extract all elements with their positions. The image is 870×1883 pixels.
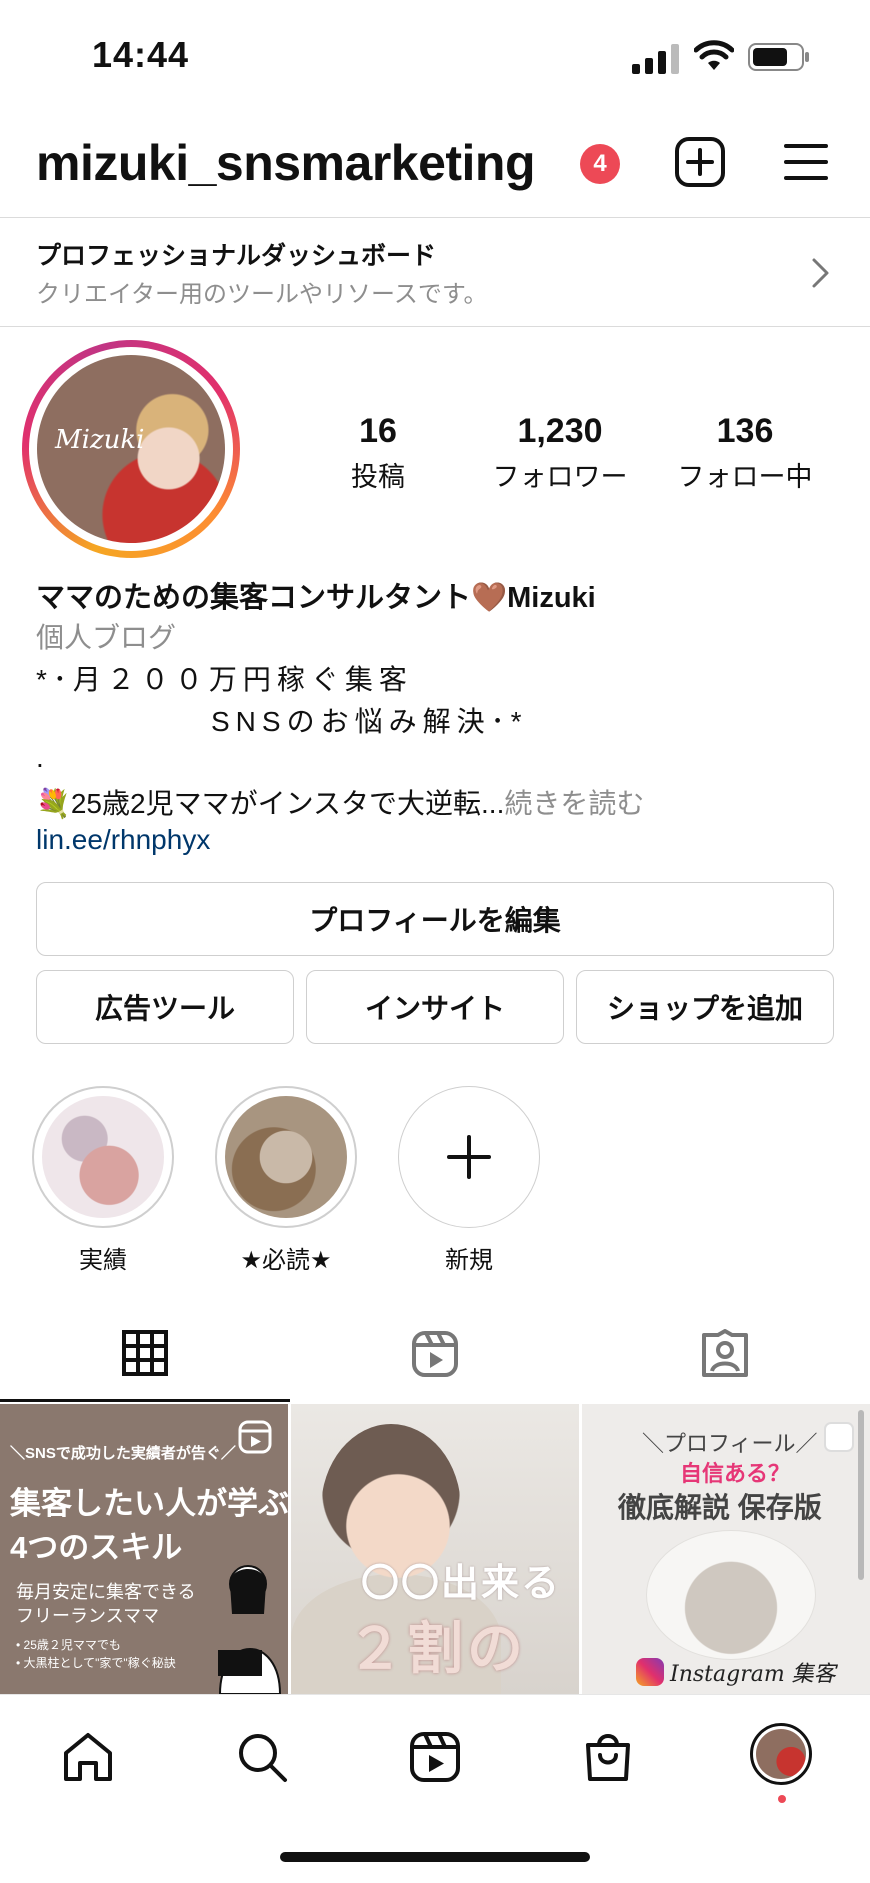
avatar [756, 1729, 806, 1779]
bio-line: 💐25歳2児ママがインスタで大逆転... [36, 788, 505, 819]
tagged-person-icon [702, 1329, 748, 1377]
post-thumbnail[interactable]: ＼プロフィール／ 自信ある？ 徹底解説 保存版 Instagram 集客 [582, 1404, 870, 1694]
tab-posts-grid[interactable] [0, 1306, 290, 1402]
home-indicator[interactable] [280, 1852, 590, 1862]
status-bar: 14:44 [0, 0, 870, 110]
display-name: ママのための集客コンサルタント🤎Mizuki [36, 582, 596, 614]
grid-icon [122, 1329, 168, 1376]
status-time: 14:44 [92, 34, 190, 75]
bio-preview-row: 💐25歳2児ママがインスタで大逆転...続きを読む [36, 782, 836, 824]
new-highlight-button[interactable]: 新規 [398, 1086, 540, 1275]
username-switcher[interactable]: mizuki_snsmarketing [36, 134, 536, 192]
bio-website-link[interactable]: lin.ee/rhnphyx [36, 824, 836, 866]
highlight-label: ★必読★ [240, 1247, 332, 1274]
avatar-photo: Mizuki [37, 355, 225, 543]
profile-header: mizuki_snsmarketing 4 [0, 126, 870, 216]
post-text: • 25歳２児ママでも [16, 1638, 121, 1652]
insights-button[interactable]: インサイト [306, 970, 564, 1044]
stat-value: 1,230 [517, 412, 603, 450]
shopping-bag-icon [586, 1734, 630, 1781]
plus-icon [447, 1135, 491, 1179]
cellular-signal-icon [632, 44, 679, 74]
dashboard-subtitle: クリエイター用のツールやリソースです。 [36, 281, 488, 308]
post-text: ＼プロフィール／ [642, 1431, 818, 1456]
nav-search[interactable] [232, 1727, 292, 1787]
posts-count[interactable]: 16 投稿 [318, 412, 438, 494]
post-text: Instagram 集客 [670, 1662, 836, 1687]
post-text: • 大黒柱として"家で"稼ぐ秘訣 [16, 1656, 176, 1670]
bio-line: SNSのお悩み解決･* [211, 706, 528, 737]
create-post-icon[interactable] [674, 136, 726, 188]
highlight-label: 新規 [445, 1247, 493, 1274]
stat-label: 投稿 [351, 462, 405, 492]
post-text: 徹底解説 保存版 [618, 1492, 822, 1523]
stat-label: フォロワー [492, 462, 628, 492]
add-shop-button[interactable]: ショップを追加 [576, 970, 834, 1044]
tab-tagged[interactable] [580, 1306, 870, 1402]
post-thumbnail[interactable]: ＼SNSで成功した実績者が告ぐ／ 集客したい人が学ぶ 4つのスキル 毎月安定に集… [0, 1404, 288, 1694]
stat-value: 136 [716, 412, 774, 450]
highlight-label: 実績 [79, 1247, 127, 1274]
post-text: 集客したい人が学ぶ [10, 1486, 288, 1521]
carousel-indicator-icon [824, 1422, 854, 1452]
profile-stats: 16 投稿 1,230 フォロワー 136 フォロー中 [330, 412, 840, 492]
bio-line: . [36, 742, 44, 773]
wifi-icon [694, 40, 734, 70]
post-text: ＼SNSで成功した実績者が告ぐ／ [10, 1445, 236, 1462]
followers-count[interactable]: 1,230 フォロワー [480, 412, 640, 494]
post-photo [646, 1530, 816, 1660]
read-more-link[interactable]: 続きを読む [504, 788, 644, 819]
woman-illustration [218, 1565, 282, 1694]
bio-line: *･月２００万円稼ぐ集客 [36, 664, 413, 695]
ad-tools-button[interactable]: 広告ツール [36, 970, 294, 1044]
post-text: フリーランスママ [16, 1606, 160, 1626]
post-text: Instagram 集客 [636, 1656, 836, 1688]
following-count[interactable]: 136 フォロー中 [665, 412, 825, 494]
nav-shop[interactable] [578, 1727, 638, 1787]
notification-badge[interactable]: 4 [580, 144, 620, 184]
nav-profile[interactable] [750, 1723, 812, 1785]
reel-indicator-icon [238, 1420, 272, 1454]
dashboard-title: プロフェッショナルダッシュボード [36, 242, 437, 270]
battery-icon [748, 43, 809, 71]
post-text: ２割の人 [347, 1617, 527, 1680]
story-highlight[interactable]: ★必読★ [215, 1086, 357, 1275]
post-thumbnail[interactable]: 〇〇出来る ２割の人 [291, 1404, 579, 1694]
nav-home[interactable] [58, 1727, 118, 1787]
profile-avatar[interactable]: Mizuki [22, 340, 240, 558]
home-icon [64, 1733, 112, 1781]
reels-icon [410, 1732, 460, 1782]
profile-bio: ママのための集客コンサルタント🤎Mizuki 個人ブログ *･月２００万円稼ぐ集… [36, 574, 836, 866]
story-highlight[interactable]: 実績 [32, 1086, 174, 1275]
search-icon [239, 1734, 287, 1782]
post-text: 4つのスキル [10, 1530, 183, 1565]
post-text: 〇〇出来る [361, 1563, 562, 1605]
scrollbar[interactable] [858, 1410, 864, 1580]
post-text: 自信ある？ [680, 1461, 791, 1486]
profile-category: 個人ブログ [36, 622, 177, 653]
profile-notification-dot [778, 1795, 786, 1803]
highlight-cover [225, 1096, 347, 1218]
tab-reels[interactable] [290, 1306, 580, 1402]
professional-dashboard-link[interactable]: プロフェッショナルダッシュボード クリエイター用のツールやリソースです。 [0, 217, 870, 327]
edit-profile-button[interactable]: プロフィールを編集 [36, 882, 834, 956]
profile-tabs [0, 1306, 870, 1402]
hamburger-menu-icon[interactable] [782, 138, 830, 186]
avatar-text: Mizuki [55, 425, 145, 455]
posts-grid: ＼SNSで成功した実績者が告ぐ／ 集客したい人が学ぶ 4つのスキル 毎月安定に集… [0, 1404, 870, 1694]
stat-label: フォロー中 [677, 462, 813, 492]
highlight-cover [42, 1096, 164, 1218]
stat-value: 16 [359, 412, 397, 450]
chevron-right-icon [812, 258, 829, 288]
post-text: 毎月安定に集客できる [16, 1582, 196, 1602]
nav-reels[interactable] [405, 1727, 465, 1787]
reels-icon [412, 1331, 458, 1377]
